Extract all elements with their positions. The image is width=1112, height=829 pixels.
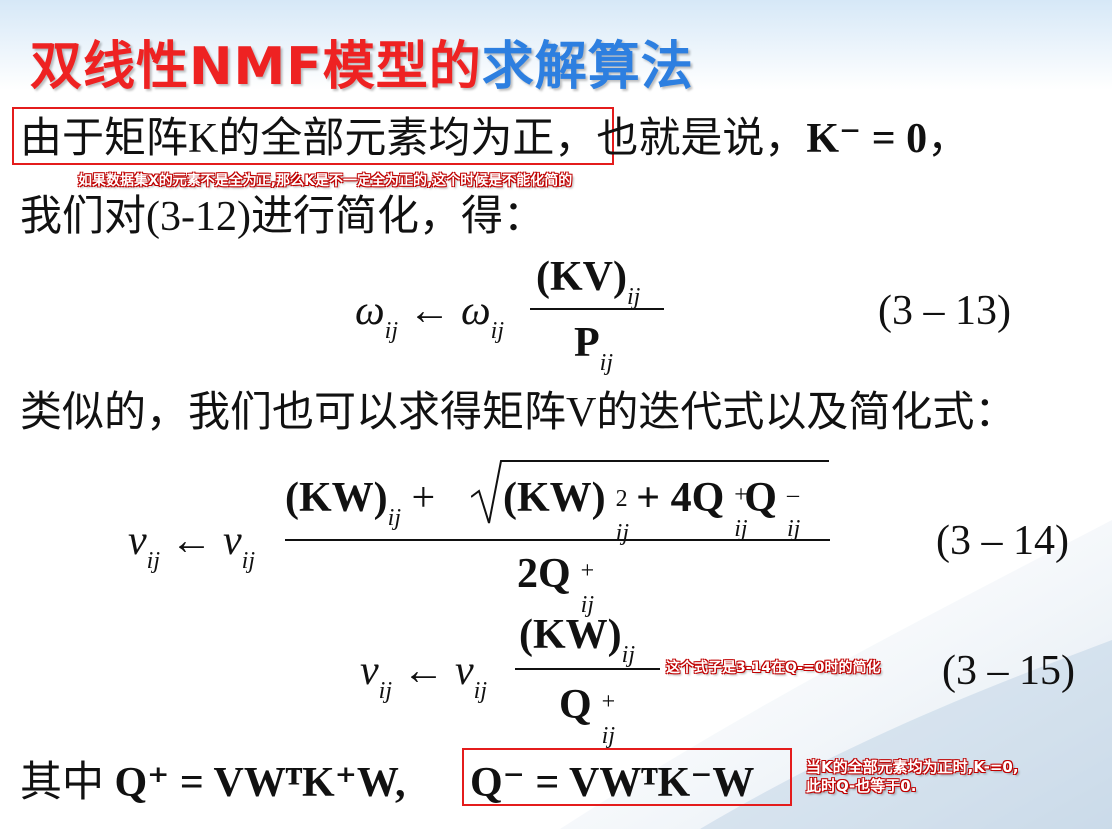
title-red-part: 双线性NMF模型的: [30, 37, 482, 97]
equation-3-15-lhs: vij ← vij: [360, 648, 487, 704]
annotation-q-minus-zero-line1: 当K的全部元素均为正时,K-=0,: [806, 758, 1019, 776]
equation-3-15-label: (3 – 15): [942, 648, 1075, 694]
annotation-eq15-simplified: 这个式子是3-14在Q-=0时的简化: [666, 660, 881, 676]
k-minus-zero: K⁻ = 0: [806, 116, 928, 162]
q-minus-definition: Q⁻ = VWᵀK⁻W: [470, 760, 755, 806]
equation-3-13-label: (3 – 13): [878, 288, 1011, 334]
k-positive-phrase: 由于矩阵K的全部元素均为正: [20, 116, 555, 162]
title-blue-part: 求解算法: [481, 37, 694, 97]
equation-3-13-fraction: (KV)ij Pij: [530, 250, 664, 375]
annotation-q-minus-zero: 当K的全部元素均为正时,K-=0, 此时Q-也等于0.: [806, 758, 1019, 796]
equation-3-13-lhs: ωij ← ωij: [355, 288, 504, 344]
q-plus-definition: Q⁺ = VWᵀK⁺W,: [114, 760, 406, 806]
annotation-not-simplifiable: 如果数据集X的元素不是全为正,那么K是不一定全为正的,这个时候是不能化简的: [78, 173, 573, 189]
annotation-q-minus-zero-line2: 此时Q-也等于0.: [806, 776, 917, 795]
line-k-positive: 由于矩阵K的全部元素均为正，也就是说，K⁻ = 0，: [20, 118, 969, 160]
equation-3-14-fraction: (KW)ij + (KW) 2 ij + 4Q + ij Q – ij 2Q + ij: [285, 455, 830, 617]
where-prefix: 其中: [20, 760, 105, 806]
equation-3-14-label: (3 – 14): [936, 518, 1069, 564]
equation-3-14-lhs: vij ← vij: [128, 518, 255, 574]
line-q-definitions: 其中 Q⁺ = VWᵀK⁺W,: [20, 762, 406, 804]
that-is-phrase: ，也就是说，: [554, 116, 807, 162]
line-simplify: 我们对(3-12)进行简化，得：: [20, 194, 545, 240]
line-similar-v: 类似的，我们也可以求得矩阵V的迭代式以及简化式：: [20, 390, 1017, 436]
page-title: 双线性NMF模型的求解算法: [30, 24, 694, 99]
line1-tail: ，: [927, 116, 970, 162]
equation-3-15-fraction: (KW)ij Q + ij: [515, 608, 660, 748]
